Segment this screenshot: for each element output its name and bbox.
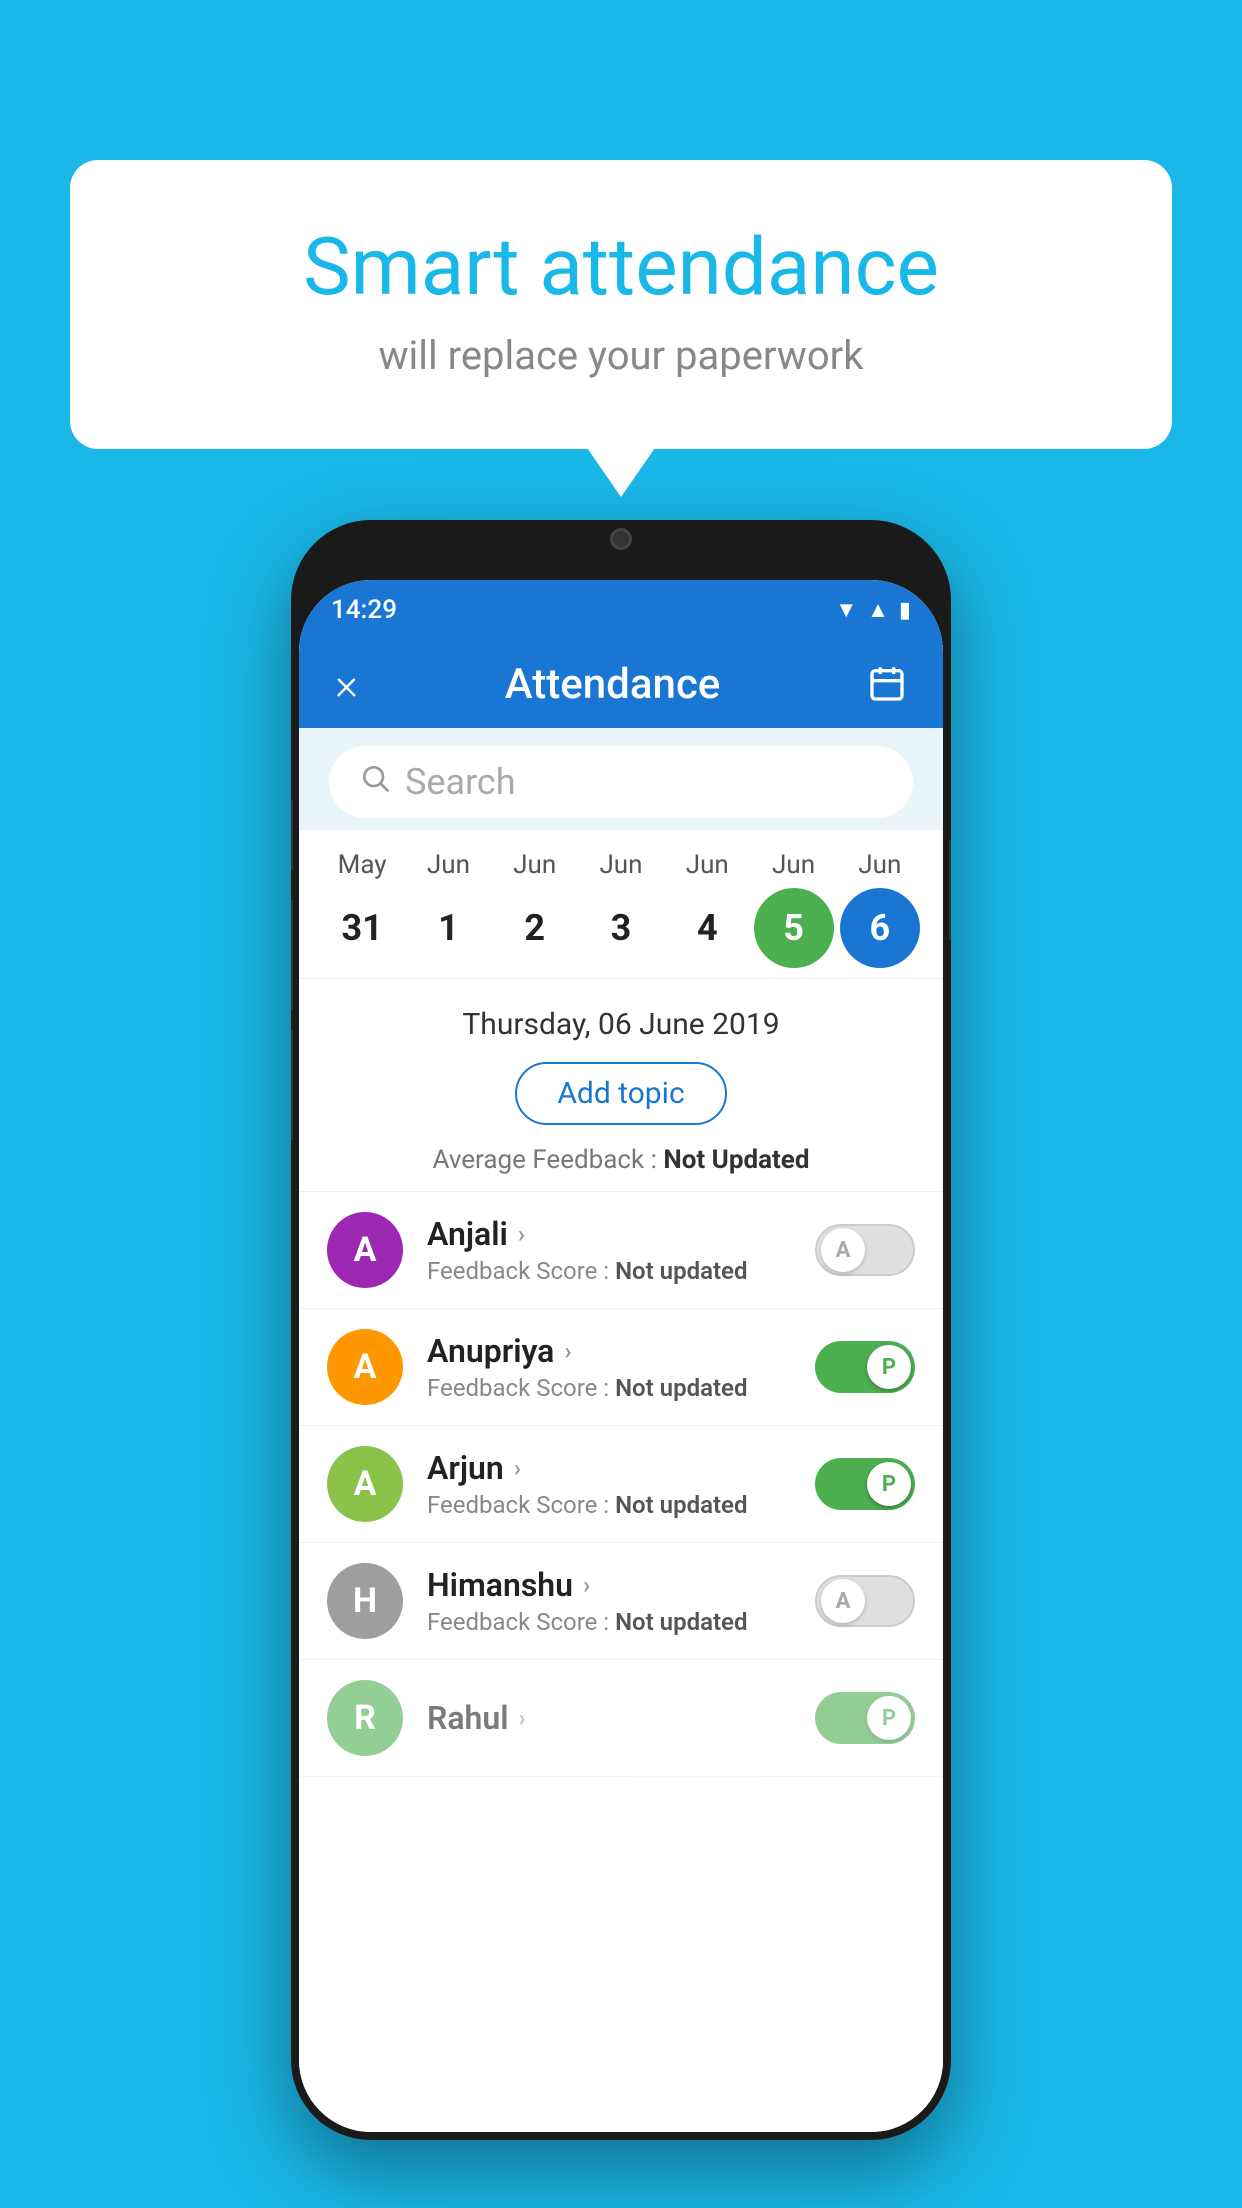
student-item-himanshu[interactable]: H Himanshu › Feedback Score : Not update… <box>299 1543 943 1660</box>
toggle-knob-partial: P <box>867 1696 911 1740</box>
student-item-anjali[interactable]: A Anjali › Feedback Score : Not updated <box>299 1192 943 1309</box>
header-title: Attendance <box>505 660 720 709</box>
wifi-icon: ▼ <box>835 597 857 623</box>
screen-content: 14:29 ▼ ▲ ▮ × Attendance <box>299 580 943 2132</box>
dates-row: 31 1 2 3 4 5 6 <box>319 888 923 968</box>
search-container: Search <box>299 728 943 830</box>
month-jun-3: Jun <box>581 850 661 880</box>
months-row: May Jun Jun Jun Jun Jun Jun <box>319 850 923 880</box>
toggle-himanshu[interactable]: A <box>815 1575 915 1627</box>
date-4[interactable]: 4 <box>667 888 747 968</box>
toggle-anjali[interactable]: A <box>815 1224 915 1276</box>
month-may: May <box>322 850 402 880</box>
feedback-arjun: Feedback Score : Not updated <box>427 1491 815 1519</box>
search-icon <box>359 762 391 803</box>
student-name-arjun: Arjun › <box>427 1449 815 1487</box>
student-info-anupriya: Anupriya › Feedback Score : Not updated <box>427 1332 815 1402</box>
add-topic-button[interactable]: Add topic <box>515 1062 726 1125</box>
volume-silent-button <box>291 800 293 870</box>
attendance-toggle-anjali[interactable]: A <box>815 1224 915 1276</box>
avg-feedback: Average Feedback : Not Updated <box>319 1145 923 1175</box>
avg-feedback-label: Average Feedback : <box>433 1145 657 1175</box>
phone-frame: 14:29 ▼ ▲ ▮ × Attendance <box>291 520 951 2140</box>
chevron-icon: › <box>564 1337 571 1365</box>
attendance-toggle-anupriya[interactable]: P <box>815 1341 915 1393</box>
toggle-partial[interactable]: P <box>815 1692 915 1744</box>
signal-icon: ▲ <box>867 597 889 623</box>
avatar-arjun: A <box>327 1446 403 1522</box>
feedback-anjali: Feedback Score : Not updated <box>427 1257 815 1285</box>
volume-down-button <box>291 1030 293 1140</box>
student-item-partial[interactable]: R Rahul › P <box>299 1660 943 1777</box>
date-3[interactable]: 3 <box>581 888 661 968</box>
close-button[interactable]: × <box>335 658 358 710</box>
speech-bubble: Smart attendance will replace your paper… <box>70 160 1172 449</box>
month-jun-4: Jun <box>667 850 747 880</box>
toggle-knob-anupriya: P <box>867 1345 911 1389</box>
speech-bubble-container: Smart attendance will replace your paper… <box>70 160 1172 449</box>
chevron-icon: › <box>583 1571 590 1599</box>
toggle-knob-arjun: P <box>867 1462 911 1506</box>
status-icons: ▼ ▲ ▮ <box>835 597 911 623</box>
date-1[interactable]: 1 <box>408 888 488 968</box>
phone-camera <box>610 528 632 550</box>
main-content: Search May Jun Jun Jun Jun Jun Jun <box>299 728 943 2132</box>
student-list: A Anjali › Feedback Score : Not updated <box>299 1192 943 1777</box>
avatar-anupriya: A <box>327 1329 403 1405</box>
student-name-himanshu: Himanshu › <box>427 1566 815 1604</box>
student-item-arjun[interactable]: A Arjun › Feedback Score : Not updated <box>299 1426 943 1543</box>
avatar-himanshu: H <box>327 1563 403 1639</box>
date-5-selected[interactable]: 5 <box>754 888 834 968</box>
search-placeholder: Search <box>405 761 516 803</box>
feedback-anupriya: Feedback Score : Not updated <box>427 1374 815 1402</box>
toggle-arjun[interactable]: P <box>815 1458 915 1510</box>
student-name-anjali: Anjali › <box>427 1215 815 1253</box>
avg-feedback-value: Not Updated <box>663 1145 809 1175</box>
student-info-arjun: Arjun › Feedback Score : Not updated <box>427 1449 815 1519</box>
search-bar[interactable]: Search <box>329 746 913 818</box>
phone-notch <box>541 520 701 556</box>
battery-icon: ▮ <box>899 598 911 623</box>
avatar-anjali: A <box>327 1212 403 1288</box>
month-jun-2: Jun <box>495 850 575 880</box>
month-jun-6: Jun <box>840 850 920 880</box>
phone-screen: 14:29 ▼ ▲ ▮ × Attendance <box>299 580 943 2132</box>
attendance-toggle-partial[interactable]: P <box>815 1692 915 1744</box>
phone-wrapper: 14:29 ▼ ▲ ▮ × Attendance <box>291 520 951 2140</box>
date-6-selected[interactable]: 6 <box>840 888 920 968</box>
student-name-anupriya: Anupriya › <box>427 1332 815 1370</box>
student-info-partial: Rahul › <box>427 1699 815 1737</box>
month-jun-5: Jun <box>754 850 834 880</box>
chevron-icon: › <box>514 1454 521 1482</box>
student-info-anjali: Anjali › Feedback Score : Not updated <box>427 1215 815 1285</box>
feedback-himanshu: Feedback Score : Not updated <box>427 1608 815 1636</box>
date-31[interactable]: 31 <box>322 888 402 968</box>
date-2[interactable]: 2 <box>495 888 575 968</box>
student-info-himanshu: Himanshu › Feedback Score : Not updated <box>427 1566 815 1636</box>
selected-date-section: Thursday, 06 June 2019 Add topic Average… <box>299 979 943 1192</box>
toggle-anupriya[interactable]: P <box>815 1341 915 1393</box>
toggle-knob-himanshu: A <box>821 1579 865 1623</box>
avatar-partial: R <box>327 1680 403 1756</box>
power-button <box>949 840 951 940</box>
attendance-toggle-arjun[interactable]: P <box>815 1458 915 1510</box>
chevron-icon: › <box>519 1704 526 1732</box>
volume-up-button <box>291 900 293 1010</box>
calendar-icon[interactable] <box>867 664 907 704</box>
student-item-anupriya[interactable]: A Anupriya › Feedback Score : Not update… <box>299 1309 943 1426</box>
toggle-knob-anjali: A <box>821 1228 865 1272</box>
bubble-title: Smart attendance <box>150 220 1092 314</box>
attendance-toggle-himanshu[interactable]: A <box>815 1575 915 1627</box>
chevron-icon: › <box>518 1220 525 1248</box>
student-name-partial: Rahul › <box>427 1699 815 1737</box>
calendar-section: May Jun Jun Jun Jun Jun Jun 31 1 2 <box>299 830 943 979</box>
app-header: × Attendance <box>299 640 943 728</box>
status-bar: 14:29 ▼ ▲ ▮ <box>299 580 943 640</box>
bubble-subtitle: will replace your paperwork <box>150 332 1092 379</box>
selected-date-text: Thursday, 06 June 2019 <box>319 1007 923 1042</box>
status-time: 14:29 <box>331 595 397 625</box>
month-jun-1: Jun <box>408 850 488 880</box>
